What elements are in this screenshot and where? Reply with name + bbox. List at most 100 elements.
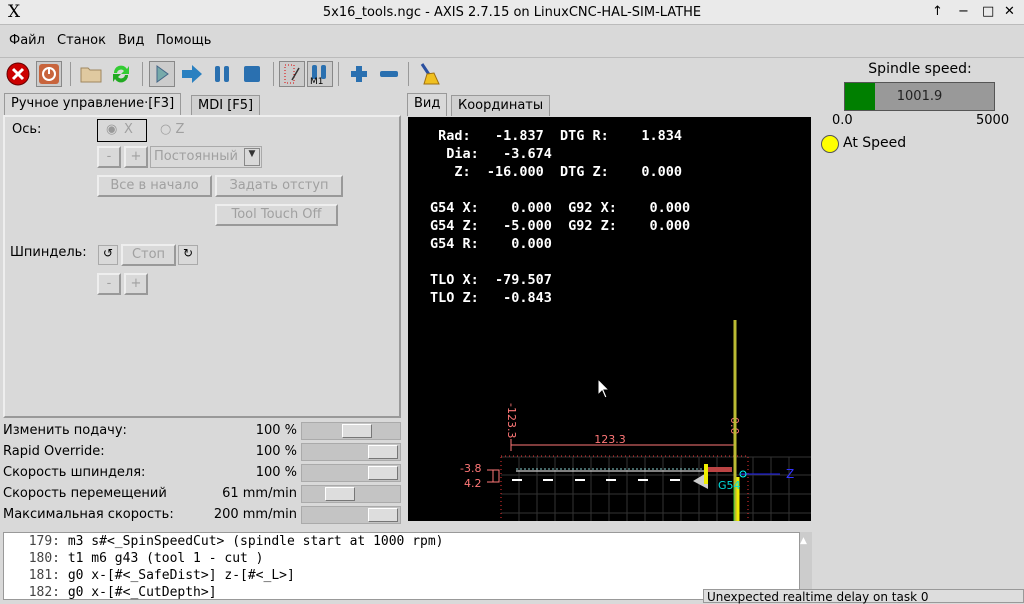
stop-icon[interactable] [239,61,265,87]
line-number: 179: [28,534,60,549]
override-value: 100 % [255,444,297,459]
tab-mdi[interactable]: MDI [F5] [191,95,261,116]
x-min-label: -3.8 [460,462,481,475]
jog-mode-value: Постоянный [154,149,238,164]
menu-file[interactable]: Файл [9,33,45,48]
line-number: 180: [28,551,60,566]
override-row: Rapid Override: 100 % [3,442,401,463]
block-delete-icon[interactable] [279,61,305,87]
override-row: Максимальная скорость: 200 mm/min [3,505,401,526]
line-number: 182: [28,585,60,600]
maximize-button[interactable]: □ [982,4,994,19]
extents-box [500,455,749,521]
optional-stop-icon[interactable]: M1 [307,61,333,87]
override-slider[interactable] [301,422,401,440]
line-text: g0 x-[#<_SafeDist>] z-[#<_L>] [67,568,295,583]
zoom-out-icon[interactable] [376,61,402,87]
line-text: g0 x-[#<_CutDepth>] [67,585,217,600]
pause-icon[interactable] [209,61,235,87]
slider-handle[interactable] [368,466,398,480]
spindle-ccw-icon[interactable]: ↺ [98,245,118,265]
override-label: Скорость перемещений [3,486,167,501]
menu-bar: Файл Станок Вид Помощь [0,26,1024,54]
axis-z-label: Z [175,122,185,137]
line-text: t1 m6 g43 (tool 1 - cut ) [67,551,264,566]
override-label: Rapid Override: [3,444,105,459]
toolpath-plot: 123.3 -123.3 0.0 -3.8 4.2 Z G54 [460,320,811,521]
close-button[interactable]: ✕ [1004,4,1015,19]
spindle-stop-button[interactable]: Стоп [121,244,176,266]
open-file-icon[interactable] [78,61,104,87]
reload-icon[interactable] [108,61,134,87]
override-row: Скорость перемещений 61 mm/min [3,484,401,505]
zoom-in-icon[interactable] [346,61,372,87]
line-number: 181: [28,568,60,583]
tab-view[interactable]: Вид [407,93,448,116]
code-line[interactable]: 179: m3 s#<_SpinSpeedCut> (spindle start… [4,533,799,550]
override-slider[interactable] [301,464,401,482]
slider-handle[interactable] [341,424,372,438]
override-row: Изменить подачу: 100 % [3,421,401,442]
slider-handle[interactable] [368,445,398,459]
spindle-max: 5000 [976,113,1010,128]
override-value: 100 % [255,423,297,438]
override-label: Изменить подачу: [3,423,127,438]
override-value: 100 % [255,465,297,480]
clear-plot-icon[interactable] [416,61,442,87]
override-value: 61 mm/min [222,486,297,501]
jog-minus-button[interactable]: - [97,146,121,168]
override-value: 200 mm/min [213,507,297,522]
chevron-down-icon: ▼ [244,148,260,166]
code-line[interactable]: 182: g0 x-[#<_CutDepth>] [4,584,799,601]
code-line[interactable]: 181: g0 x-[#<_SafeDist>] z-[#<_L>] [4,567,799,584]
preview-plot[interactable]: Rad: -1.837 DTG R: 1.834 Dia: -3.674 Z: … [408,117,811,521]
axis-z-radio[interactable]: ○ Z [160,122,184,137]
jog-plus-button[interactable]: + [124,146,148,168]
spindle-label: Шпиндель: [10,245,87,260]
title-bar: X 5x16_tools.ngc - AXIS 2.7.15 on LinuxC… [0,0,1024,25]
line-text: m3 s#<_SpinSpeedCut> (spindle start at 1… [67,534,444,549]
axis-x-radio[interactable]: ◉ X [97,119,147,142]
code-line[interactable]: 180: t1 m6 g43 (tool 1 - cut ) [4,550,799,567]
manual-control-panel: Ось: ◉ X ○ Z - + Постоянный ▼ Все в начало… [3,115,401,418]
tool-touch-off-button[interactable]: Tool Touch Off [215,204,338,226]
spindle-plus-button[interactable]: + [124,273,148,295]
override-slider[interactable] [301,485,401,503]
override-label: Скорость шпинделя: [3,465,146,480]
dim-vertical-label: -123.3 [505,403,518,438]
menu-help[interactable]: Помощь [156,33,211,48]
status-message: Unexpected realtime delay on task 0 [703,589,1024,604]
mouse-cursor-icon [597,377,611,399]
dim-line [510,322,736,451]
menu-machine[interactable]: Станок [57,33,106,48]
spindle-speed-title: Spindle speed: [868,61,972,77]
window-title: 5x16_tools.ngc - AXIS 2.7.15 on LinuxCNC… [322,5,702,20]
at-speed-label: At Speed [843,135,907,151]
override-slider[interactable] [301,443,401,461]
axis-label: Ось: [12,122,42,137]
run-icon[interactable] [149,61,175,87]
jog-mode-select[interactable]: Постоянный ▼ [150,146,262,168]
menu-view[interactable]: Вид [118,33,144,48]
override-row: Скорость шпинделя: 100 % [3,463,401,484]
slider-handle[interactable] [325,487,356,501]
slider-handle[interactable] [368,508,398,522]
spindle-minus-button[interactable]: - [97,273,121,295]
spindle-cw-icon[interactable]: ↻ [178,245,198,265]
m1-label: M1 [310,77,324,85]
override-slider[interactable] [301,506,401,524]
estop-icon[interactable] [5,61,31,87]
x-max-label: 4.2 [464,477,482,490]
spindle-speed-bar: 1001.9 [844,82,995,111]
g54-origin-label: G54 [718,479,741,492]
spindle-min: 0.0 [832,113,853,128]
power-icon[interactable] [36,61,62,87]
maximize-up-button[interactable]: ↑ [932,4,943,19]
home-all-button[interactable]: Все в начало [97,175,212,197]
tab-coordinates[interactable]: Координаты [451,95,551,116]
touch-off-button[interactable]: Задать отступ [215,175,343,197]
minimize-button[interactable]: − [958,4,969,19]
step-icon[interactable] [179,61,205,87]
gcode-listing[interactable]: 179: m3 s#<_SpinSpeedCut> (spindle start… [3,532,800,600]
tab-manual[interactable]: Ручное управление·[F3] [4,93,182,116]
